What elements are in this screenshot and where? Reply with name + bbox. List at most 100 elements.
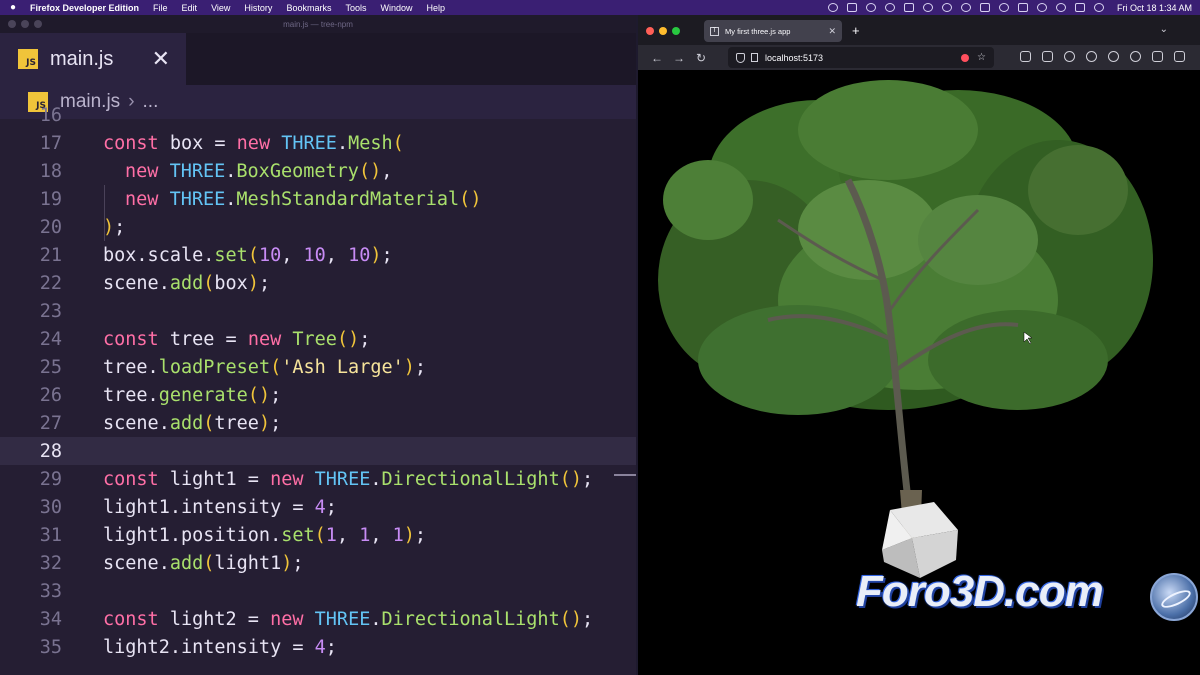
line-number: 35	[39, 636, 62, 658]
line-number: 34	[39, 608, 62, 630]
code-text: scene.add(light1);	[103, 552, 304, 574]
editor-tab-bar: JS main.js ✕	[0, 33, 636, 85]
line-number: 32	[39, 552, 62, 574]
tab-main-js[interactable]: JS main.js ✕	[0, 33, 186, 85]
password-manager-icon[interactable]	[884, 3, 895, 12]
hamburger-menu-icon[interactable]	[1174, 51, 1185, 62]
code-text: );	[103, 216, 126, 238]
moon-icon[interactable]	[960, 3, 971, 12]
wifi-icon[interactable]	[1036, 3, 1047, 12]
code-line[interactable]: 20);	[0, 213, 636, 241]
code-line[interactable]: 19 new THREE.MeshStandardMaterial()	[0, 185, 636, 213]
menu-edit[interactable]: Edit	[182, 3, 198, 13]
code-line[interactable]: 34 const light2 = new THREE.DirectionalLi…	[0, 605, 636, 633]
code-line[interactable]: 32 scene.add(light1);	[0, 549, 636, 577]
keyboard-icon[interactable]	[903, 3, 914, 12]
code-line[interactable]: 18 new THREE.BoxGeometry(),	[0, 157, 636, 185]
code-text: const light2 = new THREE.DirectionalLigh…	[103, 608, 594, 630]
code-line-partial: 16	[0, 101, 636, 129]
battery-icon[interactable]	[1017, 3, 1028, 12]
close-tab-icon[interactable]: ✕	[152, 48, 170, 70]
editor-title-bar: main.js — tree-npm	[0, 15, 636, 33]
menu-window[interactable]: Window	[380, 3, 412, 13]
code-line[interactable]: 26 tree.generate();	[0, 381, 636, 409]
code-line[interactable]: 33	[0, 577, 636, 605]
extension-badge-icon[interactable]	[961, 53, 970, 62]
browser-tab-strip: T My first three.js app ✕ + ⌄	[638, 15, 1200, 45]
forward-button[interactable]: →	[668, 51, 690, 65]
list-tabs-chevron-down-icon[interactable]: ⌄	[1160, 24, 1168, 35]
tracking-protection-shield-icon[interactable]	[736, 52, 745, 63]
back-button[interactable]: ←	[646, 51, 668, 65]
line-number: 17	[39, 132, 62, 154]
password-extension-icon[interactable]	[1086, 51, 1097, 62]
menu-view[interactable]: View	[211, 3, 230, 13]
page-info-icon[interactable]	[751, 53, 758, 62]
code-line[interactable]: 23	[0, 297, 636, 325]
play-icon[interactable]	[998, 3, 1009, 12]
close-tab-icon[interactable]: ✕	[828, 26, 836, 37]
browser-tab-active[interactable]: T My first three.js app ✕	[704, 20, 842, 42]
dev-tools-wrench-icon[interactable]	[1042, 51, 1053, 62]
user-icon[interactable]	[922, 3, 933, 12]
zoom-window-button[interactable]	[672, 27, 680, 35]
code-line[interactable]: 22 scene.add(box);	[0, 269, 636, 297]
creative-cloud-icon[interactable]	[865, 3, 876, 12]
code-text: const box = new THREE.Mesh(	[103, 132, 404, 154]
settings-gear-icon[interactable]	[1130, 51, 1141, 62]
bookmark-star-icon[interactable]: ☆	[977, 52, 986, 63]
code-area[interactable]: 16 17 const box = new THREE.Mesh(18 new TH…	[0, 105, 636, 675]
line-number: 25	[39, 356, 62, 378]
menu-file[interactable]: File	[153, 3, 168, 13]
threejs-canvas[interactable]: Foro3D.com	[638, 70, 1200, 675]
code-line[interactable]: 30 light1.intensity = 4;	[0, 493, 636, 521]
code-line[interactable]: 35 light2.intensity = 4;	[0, 633, 636, 661]
new-tab-button[interactable]: +	[852, 23, 860, 38]
spotlight-search-icon[interactable]	[1055, 3, 1066, 12]
screen-record-icon[interactable]	[846, 3, 857, 12]
url-text[interactable]: localhost:5173	[765, 53, 961, 63]
extension-icon[interactable]	[1108, 51, 1119, 62]
menu-tools[interactable]: Tools	[345, 3, 366, 13]
code-text: tree.generate();	[103, 384, 282, 406]
code-line[interactable]: 24 const tree = new Tree();	[0, 325, 636, 353]
apple-icon[interactable]: ●	[8, 2, 18, 13]
control-center-icon[interactable]	[1074, 3, 1085, 12]
zoom-window-button[interactable]	[34, 20, 42, 28]
cloud-icon[interactable]	[827, 3, 838, 12]
scrollbar-thumb[interactable]	[614, 474, 636, 476]
watermark-globe-icon	[1150, 573, 1198, 621]
close-window-button[interactable]	[8, 20, 16, 28]
code-line[interactable]: 27 scene.add(tree);	[0, 409, 636, 437]
menu-clock[interactable]: Fri Oct 18 1:34 AM	[1117, 3, 1192, 13]
menu-help[interactable]: Help	[426, 3, 445, 13]
downloads-icon[interactable]	[1020, 51, 1031, 62]
code-line[interactable]: 25 tree.loadPreset('Ash Large');	[0, 353, 636, 381]
code-line[interactable]: 28	[0, 437, 636, 465]
reload-button[interactable]: ↻	[690, 51, 712, 65]
code-line[interactable]: 17 const box = new THREE.Mesh(	[0, 129, 636, 157]
account-icon[interactable]	[1064, 51, 1075, 62]
minimize-window-button[interactable]	[659, 27, 667, 35]
menu-app-name[interactable]: Firefox Developer Edition	[30, 3, 139, 13]
menu-bookmarks[interactable]: Bookmarks	[286, 3, 331, 13]
code-text: box.scale.set(10, 10, 10);	[103, 244, 393, 266]
line-number: 33	[39, 580, 62, 602]
bluetooth-icon[interactable]	[979, 3, 990, 12]
menu-history[interactable]: History	[244, 3, 272, 13]
code-line[interactable]: 21 box.scale.set(10, 10, 10);	[0, 241, 636, 269]
url-bar[interactable]: localhost:5173 ☆	[728, 47, 994, 68]
line-number: 22	[39, 272, 62, 294]
extensions-puzzle-icon[interactable]	[1152, 51, 1163, 62]
editor-window-title: main.js — tree-npm	[283, 19, 353, 29]
code-line[interactable]: 31 light1.position.set(1, 1, 1);	[0, 521, 636, 549]
close-window-button[interactable]	[646, 27, 654, 35]
siri-icon[interactable]	[1093, 3, 1104, 12]
line-number: 19	[39, 188, 62, 210]
code-line[interactable]: 29 const light1 = new THREE.DirectionalLi…	[0, 465, 636, 493]
watermark-logo: Foro3D.com	[856, 567, 1104, 616]
line-number: 29	[39, 468, 62, 490]
minimize-window-button[interactable]	[21, 20, 29, 28]
night-mode-icon[interactable]	[941, 3, 952, 12]
browser-window: T My first three.js app ✕ + ⌄ ← → ↻ loca…	[638, 15, 1200, 675]
